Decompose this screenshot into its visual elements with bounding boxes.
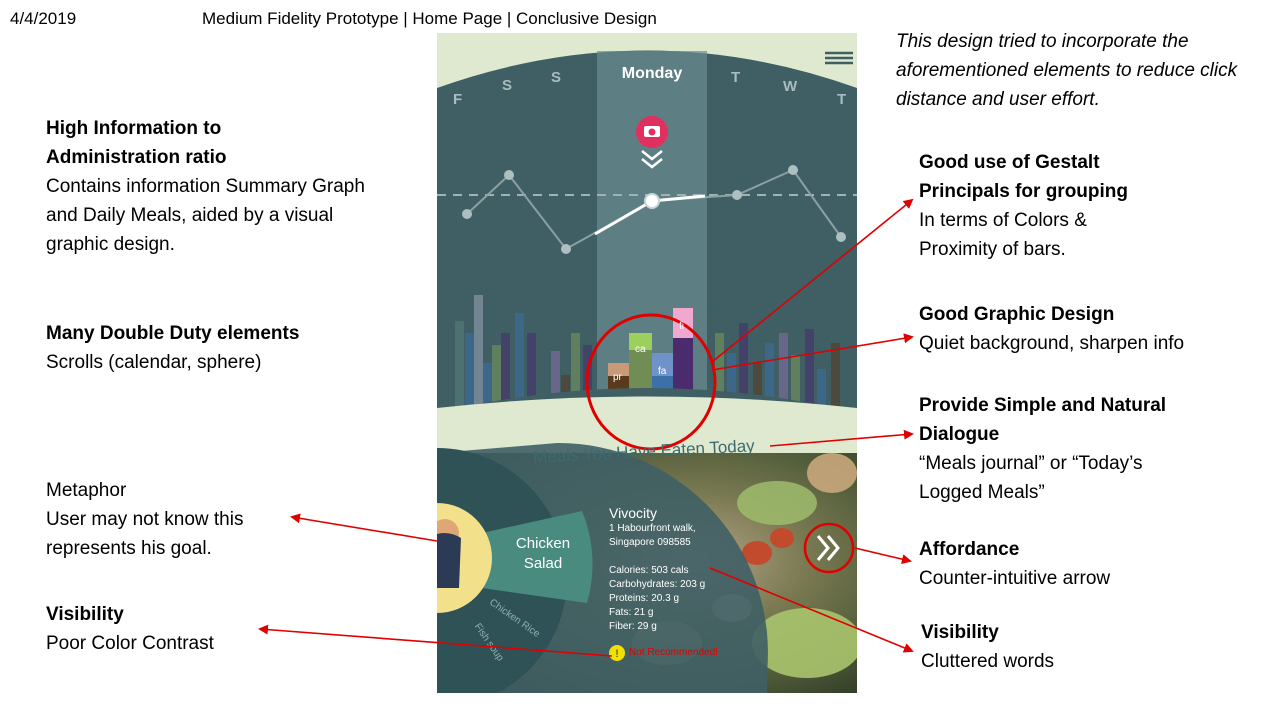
annotation-arrows bbox=[258, 198, 914, 657]
arrow-metaphor bbox=[290, 513, 438, 542]
arrow-dialogue bbox=[769, 429, 914, 447]
arrow-graphic-design bbox=[711, 333, 914, 371]
arrow-gestalt bbox=[711, 198, 914, 363]
arrow-cluttered bbox=[709, 567, 914, 653]
arrow-contrast bbox=[258, 624, 613, 657]
arrow-affordance bbox=[854, 547, 912, 565]
